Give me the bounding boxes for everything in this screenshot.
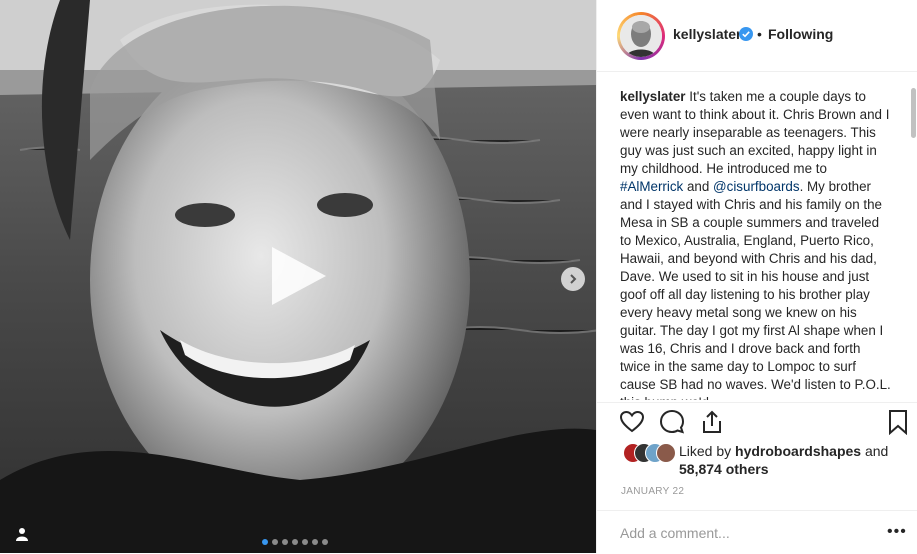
chevron-right-icon [570, 274, 577, 284]
share-icon[interactable] [699, 409, 725, 435]
caption-scrollbar[interactable] [911, 88, 916, 138]
comment-icon[interactable] [659, 409, 685, 435]
likes-section: Liked by hydroboardshapes and 58,874 oth… [623, 441, 913, 477]
verified-icon [739, 27, 753, 41]
post-caption: kellyslater It's taken me a couple days … [620, 88, 892, 400]
liker-avatars[interactable] [623, 441, 676, 463]
post-header: kellyslater • Following [597, 0, 917, 72]
likes-text: Liked by hydroboardshapes and 58,874 oth… [679, 442, 917, 478]
comment-input[interactable] [620, 525, 860, 541]
likes-count[interactable]: 58,874 others [679, 461, 769, 477]
caption-link[interactable]: #AlMerrick [620, 179, 683, 194]
user-tag-icon[interactable] [14, 526, 30, 542]
liker-avatar [656, 443, 676, 463]
caption-text: . My brother and I stayed with Chris and… [620, 179, 891, 400]
caption-text: and [683, 179, 714, 194]
author-username[interactable]: kellyslater [673, 26, 742, 42]
heart-icon[interactable] [619, 409, 645, 435]
liker-username[interactable]: hydroboardshapes [735, 443, 861, 459]
following-button[interactable]: Following [768, 26, 833, 42]
carousel-dot [312, 539, 318, 545]
caption-link[interactable]: @cisurfboards [713, 179, 800, 194]
post-date[interactable]: JANUARY 22 [621, 486, 684, 497]
caption-username[interactable]: kellyslater [620, 89, 686, 104]
carousel-dot [282, 539, 288, 545]
comment-bar: ••• [597, 510, 917, 554]
carousel-dot [262, 539, 268, 545]
bookmark-icon[interactable] [885, 409, 911, 435]
avatar-image [620, 15, 662, 57]
carousel-dot [322, 539, 328, 545]
header-separator: • [757, 26, 762, 42]
next-slide-button[interactable] [561, 267, 585, 291]
carousel-dot [272, 539, 278, 545]
carousel-dot [302, 539, 308, 545]
post-sidebar: kellyslater • Following kellyslater It's… [596, 0, 917, 553]
likes-prefix: Liked by [679, 443, 736, 459]
post-media[interactable] [0, 0, 596, 553]
carousel-indicator [262, 539, 328, 545]
avatar-photo [620, 15, 662, 57]
more-options-button[interactable]: ••• [887, 523, 907, 541]
play-icon[interactable] [266, 243, 332, 309]
likes-middle: and [861, 443, 889, 459]
action-bar [597, 402, 917, 441]
avatar[interactable] [617, 12, 665, 60]
carousel-dot [292, 539, 298, 545]
